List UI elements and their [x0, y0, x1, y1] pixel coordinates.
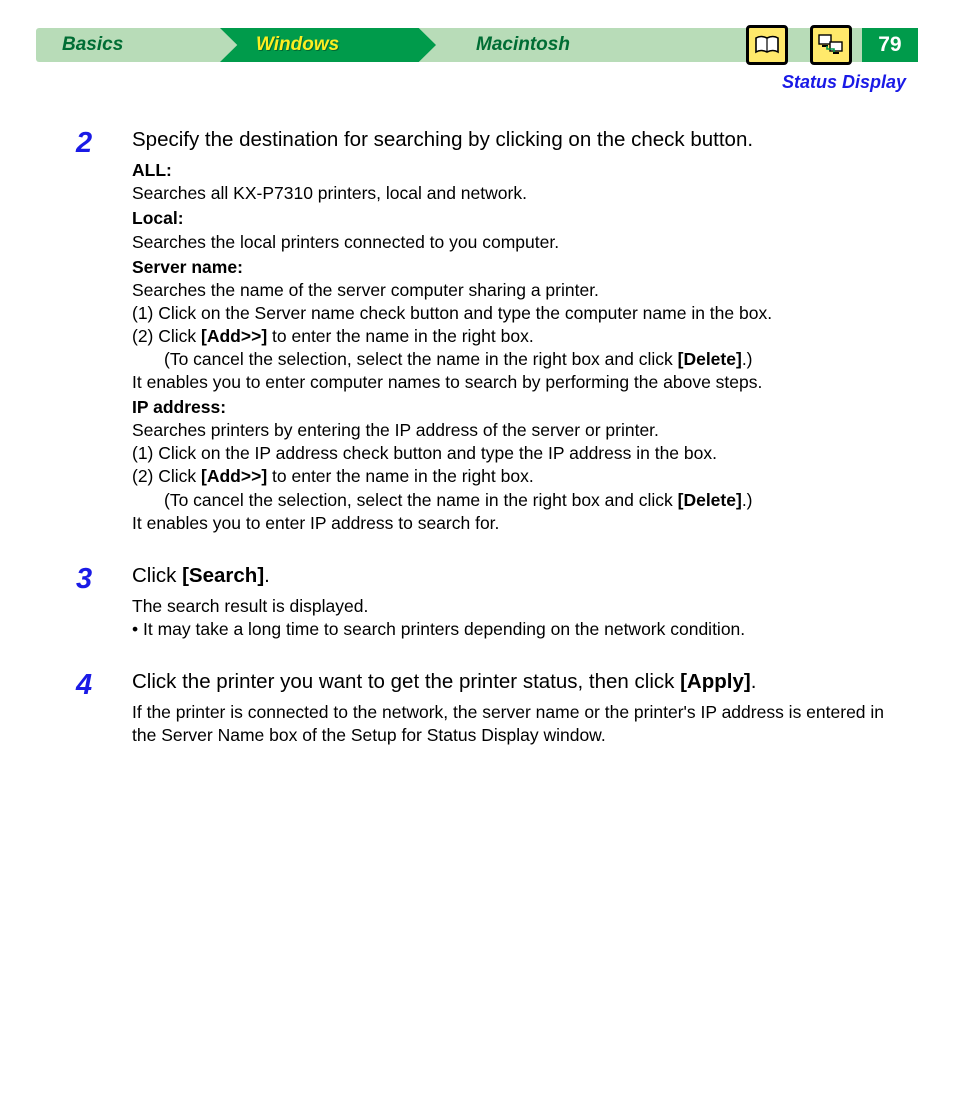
page: Basics Windows Macintosh — [0, 0, 954, 816]
body-text: (2) Click — [132, 466, 201, 486]
step-4: 4 Click the printer you want to get the … — [76, 669, 910, 747]
body-text: Searches printers by entering the IP add… — [132, 420, 659, 440]
step-lead: Specify the destination for searching by… — [132, 127, 910, 153]
step-detail: If the printer is connected to the netwo… — [132, 701, 910, 747]
body-text: (To cancel the selection, select the nam… — [164, 349, 678, 369]
step-lead: Click [Search]. — [132, 563, 910, 589]
term-all: ALL: — [132, 159, 910, 182]
content: 2 Specify the destination for searching … — [36, 93, 918, 748]
term-local: Local: — [132, 207, 910, 230]
book-icon[interactable] — [746, 25, 788, 65]
body-text: . — [751, 670, 757, 693]
term-ip: IP address: — [132, 396, 910, 419]
step-body: Specify the destination for searching by… — [132, 127, 910, 535]
body-text: to enter the name in the right box. — [267, 466, 534, 486]
term-server: Server name: — [132, 256, 910, 279]
body-text: (To cancel the selection, select the nam… — [164, 490, 678, 510]
body-note: (To cancel the selection, select the nam… — [132, 489, 910, 512]
body-text: (2) Click — [132, 326, 201, 346]
tab-windows[interactable]: Windows — [220, 28, 436, 62]
body-text: Searches the name of the server computer… — [132, 280, 599, 300]
delete-button-label: [Delete] — [678, 349, 742, 369]
add-button-label: [Add>>] — [201, 466, 267, 486]
tab-bar: Basics Windows Macintosh — [36, 28, 862, 62]
step-detail: The search result is displayed. It may t… — [132, 595, 910, 641]
step-3: 3 Click [Search]. The search result is d… — [76, 563, 910, 641]
step-body: Click the printer you want to get the pr… — [132, 669, 910, 747]
body-note: (To cancel the selection, select the nam… — [132, 348, 910, 371]
body-text: If the printer is connected to the netwo… — [132, 702, 884, 745]
step-number: 4 — [76, 669, 132, 747]
breadcrumb[interactable]: Status Display — [36, 62, 918, 93]
body-text: .) — [742, 490, 753, 510]
step-body: Click [Search]. The search result is dis… — [132, 563, 910, 641]
page-number: 79 — [862, 28, 918, 62]
body-text: It enables you to enter computer names t… — [132, 372, 762, 392]
step-number: 3 — [76, 563, 132, 641]
body-text: Searches the local printers connected to… — [132, 232, 559, 252]
step-number: 2 — [76, 127, 132, 535]
body-text: It enables you to enter IP address to se… — [132, 513, 499, 533]
network-computers-icon[interactable] — [810, 25, 852, 65]
tab-macintosh[interactable]: Macintosh — [436, 28, 666, 62]
add-button-label: [Add>>] — [201, 326, 267, 346]
search-button-label: [Search] — [182, 564, 264, 587]
body-text: (1) Click on the IP address check button… — [132, 443, 717, 463]
step-lead: Click the printer you want to get the pr… — [132, 669, 910, 695]
body-bullet: It may take a long time to search printe… — [132, 619, 745, 639]
step-detail: ALL: Searches all KX-P7310 printers, loc… — [132, 159, 910, 535]
body-text: .) — [742, 349, 753, 369]
step-2: 2 Specify the destination for searching … — [76, 127, 910, 535]
body-text: Click the printer you want to get the pr… — [132, 670, 680, 693]
body-text: (1) Click on the Server name check butto… — [132, 303, 772, 323]
apply-button-label: [Apply] — [680, 670, 751, 693]
tab-basics[interactable]: Basics — [36, 28, 220, 62]
delete-button-label: [Delete] — [678, 490, 742, 510]
body-text: The search result is displayed. — [132, 596, 368, 616]
body-text: Searches all KX-P7310 printers, local an… — [132, 183, 527, 203]
top-nav: Basics Windows Macintosh — [36, 28, 918, 62]
body-text: . — [264, 564, 270, 587]
nav-icons — [736, 25, 862, 65]
body-text: to enter the name in the right box. — [267, 326, 534, 346]
body-text: Click — [132, 564, 182, 587]
